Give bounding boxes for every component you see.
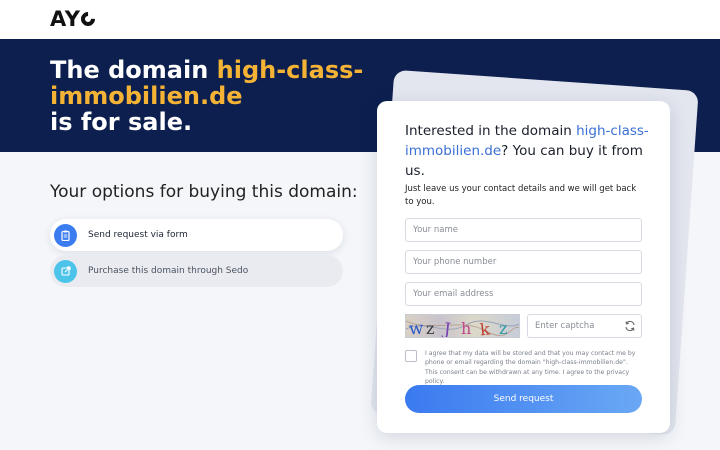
captcha-input[interactable]	[528, 315, 620, 337]
top-bar: AY	[0, 0, 720, 39]
captcha-char: h	[461, 319, 471, 338]
captcha-image: w z J h k z	[405, 314, 520, 338]
refresh-icon[interactable]	[624, 320, 636, 332]
phone-input[interactable]	[405, 250, 642, 274]
option-label: Purchase this domain through Sedo	[88, 266, 249, 276]
form-title: Interested in the domain high-class-immo…	[405, 121, 650, 181]
ring-icon	[78, 9, 99, 29]
option-send-request[interactable]: Send request via form	[50, 219, 343, 251]
hero-title-suffix: is for sale.	[50, 108, 193, 136]
contact-form-card: Interested in the domain high-class-immo…	[377, 101, 670, 433]
consent-text: I agree that my data will be stored and …	[425, 350, 636, 385]
email-input[interactable]	[405, 282, 642, 306]
send-request-button[interactable]: Send request	[405, 385, 642, 413]
clipboard-icon	[54, 223, 77, 247]
logo-text: AY	[50, 7, 81, 31]
option-sedo[interactable]: Purchase this domain through Sedo	[50, 255, 343, 287]
name-input[interactable]	[405, 218, 642, 242]
hero-title-prefix: The domain	[50, 56, 217, 84]
captcha-char: z	[499, 319, 507, 338]
form-subtitle: Just leave us your contact details and w…	[405, 184, 637, 207]
logo[interactable]: AY	[50, 7, 99, 31]
hero-title: The domain high-class-immobilien.de is f…	[50, 57, 370, 135]
option-label: Send request via form	[88, 230, 188, 240]
captcha-char: w	[408, 318, 424, 338]
consent-checkbox[interactable]	[405, 350, 417, 362]
captcha-char: z	[426, 319, 434, 338]
captcha-field	[527, 314, 642, 338]
form-title-prefix: Interested in the domain	[405, 123, 577, 139]
options-title: Your options for buying this domain:	[50, 182, 358, 202]
external-link-icon	[54, 259, 77, 283]
